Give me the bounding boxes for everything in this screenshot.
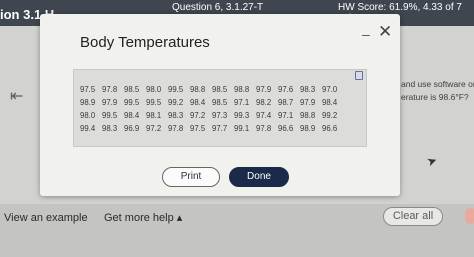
table-cell: 99.5 <box>124 98 140 107</box>
table-row: 98.0 99.5 98.4 98.1 98.3 97.2 97.3 99.3 97.4 97.1… <box>80 109 344 122</box>
back-arrow-icon[interactable]: ⇤ <box>10 86 23 106</box>
table-cell: 98.3 <box>300 85 316 94</box>
table-row: 99.4 98.3 96.9 97.2 97.8 97.5 97.7 99.1 97.8 96.6… <box>80 122 344 135</box>
table-cell: 97.2 <box>146 124 162 133</box>
table-cell: 98.3 <box>102 124 118 133</box>
table-cell: 98.3 <box>168 111 184 120</box>
table-cell: 97.4 <box>256 111 272 120</box>
table-cell: 99.2 <box>168 98 184 107</box>
table-cell: 98.0 <box>146 85 162 94</box>
table-cell: 97.3 <box>212 111 228 120</box>
clear-all-button[interactable]: Clear all <box>383 207 443 226</box>
table-cell: 98.4 <box>124 111 140 120</box>
table-cell: 99.5 <box>102 111 118 120</box>
bottom-bar: View an example Get more help ▴ Clear al… <box>0 204 474 257</box>
table-row: 98.9 97.9 99.5 99.5 99.2 98.4 98.5 97.1 98.2 98.7… <box>80 96 344 109</box>
table-cell: 98.4 <box>190 98 206 107</box>
table-cell: 97.6 <box>278 85 294 94</box>
table-cell: 98.9 <box>80 98 96 107</box>
table-cell: 98.8 <box>300 111 316 120</box>
table-cell: 98.5 <box>212 98 228 107</box>
table-cell: 99.3 <box>234 111 250 120</box>
table-cell: 97.5 <box>80 85 96 94</box>
table-cell: 98.8 <box>190 85 206 94</box>
table-cell: 99.2 <box>322 111 338 120</box>
check-answer-button-edge[interactable] <box>465 208 474 224</box>
table-cell: 97.8 <box>102 85 118 94</box>
temperature-table: 97.5 97.8 98.5 98.0 99.5 98.8 98.5 98.8 97.9 97.6… <box>80 83 344 135</box>
table-cell: 97.1 <box>278 111 294 120</box>
question-title: Question 6, 3.1.27-T <box>172 2 264 13</box>
table-cell: 96.6 <box>278 124 294 133</box>
print-button[interactable]: Print <box>162 167 220 187</box>
table-cell: 96.9 <box>124 124 140 133</box>
minimize-icon[interactable]: – <box>362 26 370 42</box>
table-cell: 97.9 <box>300 98 316 107</box>
table-cell: 97.5 <box>190 124 206 133</box>
table-cell: 98.5 <box>124 85 140 94</box>
table-cell: 97.0 <box>322 85 338 94</box>
get-more-help-button[interactable]: Get more help ▴ <box>104 211 182 224</box>
table-cell: 97.2 <box>190 111 206 120</box>
table-cell: 97.9 <box>102 98 118 107</box>
copy-data-icon[interactable] <box>355 71 363 80</box>
table-row: 97.5 97.8 98.5 98.0 99.5 98.8 98.5 98.8 97.9 97.6… <box>80 83 344 96</box>
table-cell: 99.1 <box>234 124 250 133</box>
mouse-cursor-icon: ➤ <box>424 152 440 170</box>
view-example-link[interactable]: View an example <box>4 212 88 224</box>
table-cell: 97.8 <box>256 124 272 133</box>
table-cell: 97.8 <box>168 124 184 133</box>
dialog-title: Body Temperatures <box>80 34 210 51</box>
close-icon[interactable]: ✕ <box>378 22 392 42</box>
table-cell: 98.0 <box>80 111 96 120</box>
done-button[interactable]: Done <box>229 167 289 187</box>
table-cell: 98.1 <box>146 111 162 120</box>
table-cell: 97.7 <box>212 124 228 133</box>
table-cell: 98.4 <box>322 98 338 107</box>
body-temperatures-dialog: Body Temperatures – ✕ 97.5 97.8 98.5 98.0 99… <box>40 14 400 196</box>
table-cell: 98.9 <box>300 124 316 133</box>
table-cell: 98.2 <box>256 98 272 107</box>
table-cell: 97.1 <box>234 98 250 107</box>
question-text-line-2: erature is 98.6°F? <box>401 92 469 102</box>
table-cell: 97.9 <box>256 85 272 94</box>
table-cell: 99.5 <box>168 85 184 94</box>
table-cell: 98.5 <box>212 85 228 94</box>
question-text-line-1: and use software or a <box>401 79 474 89</box>
data-panel: 97.5 97.8 98.5 98.0 99.5 98.8 98.5 98.8 97.9 97.6… <box>73 69 367 147</box>
table-cell: 98.8 <box>234 85 250 94</box>
table-cell: 99.4 <box>80 124 96 133</box>
table-cell: 98.7 <box>278 98 294 107</box>
table-cell: 96.6 <box>322 124 338 133</box>
table-cell: 99.5 <box>146 98 162 107</box>
